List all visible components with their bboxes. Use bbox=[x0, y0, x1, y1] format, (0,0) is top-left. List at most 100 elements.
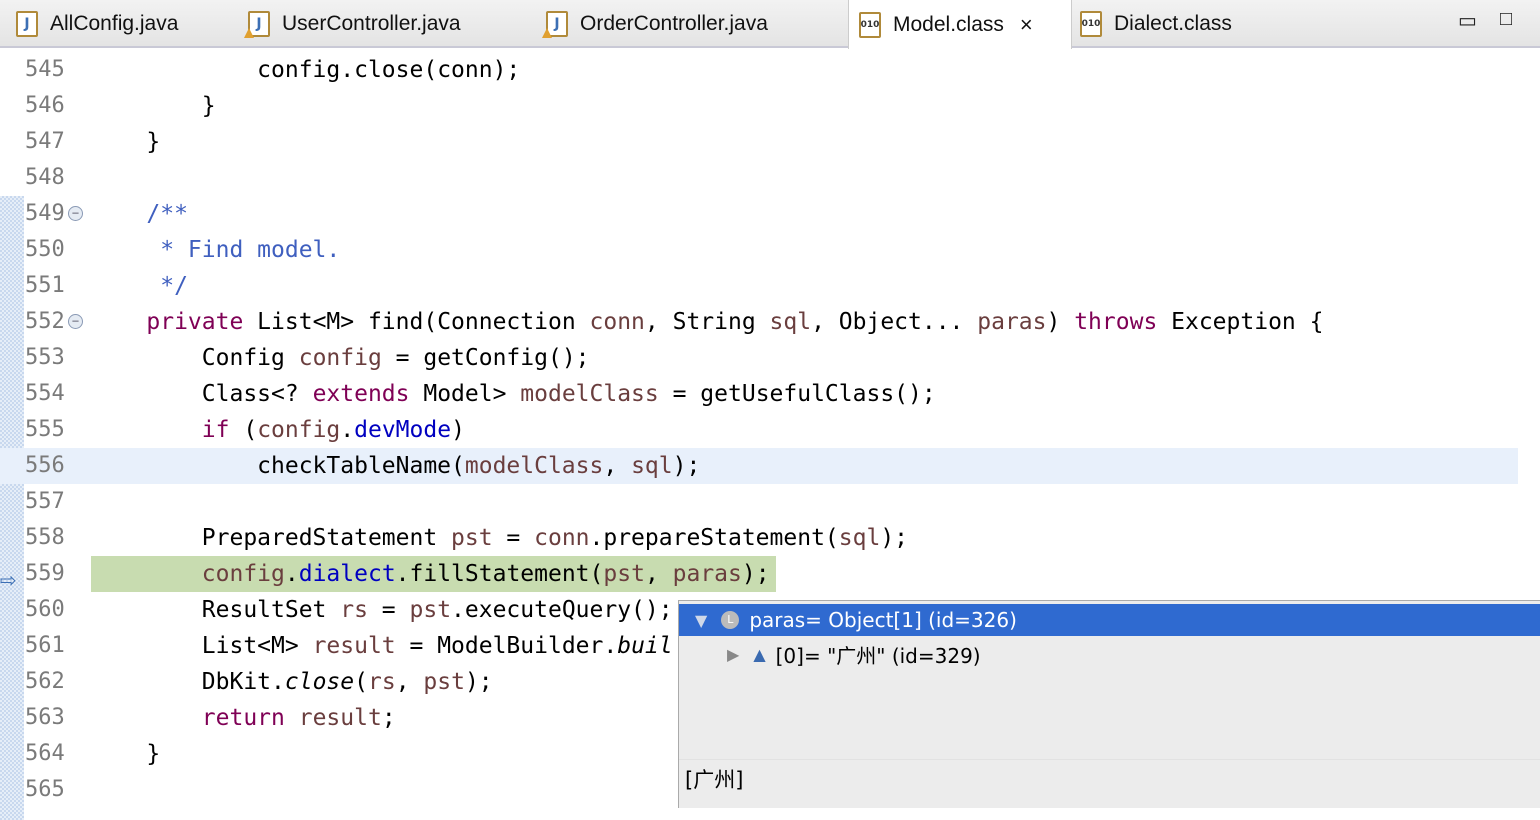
tab-label: OrderController.java bbox=[580, 12, 768, 35]
code-token: checkTableName( bbox=[91, 453, 465, 479]
code-token: ); bbox=[672, 453, 701, 479]
code-text: } bbox=[91, 736, 160, 772]
code-token: Config bbox=[91, 345, 299, 371]
line-number: 556 bbox=[25, 453, 65, 478]
tab-allconfig-java[interactable]: J AllConfig.java bbox=[16, 0, 230, 48]
code-token: conn bbox=[589, 309, 645, 335]
code-line[interactable]: 555 if (config.devMode) bbox=[0, 412, 1518, 448]
tab-usercontroller-java[interactable]: J UserController.java bbox=[244, 0, 530, 48]
code-line[interactable]: 556 checkTableName(modelClass, sql); bbox=[0, 448, 1518, 484]
editor-tab-bar: J AllConfig.java J UserController.java J Orde… bbox=[0, 0, 1540, 49]
code-line[interactable]: 547 } bbox=[0, 124, 1518, 160]
code-text: } bbox=[91, 88, 216, 124]
code-token: ( bbox=[229, 417, 258, 443]
line-number: 564 bbox=[25, 741, 65, 766]
code-token: ; bbox=[381, 705, 396, 731]
code-line[interactable]: 548 bbox=[0, 160, 1518, 196]
code-line[interactable]: 552− private List<M> find(Connection con… bbox=[0, 304, 1518, 340]
line-number: 548 bbox=[25, 165, 65, 190]
code-token: devMode bbox=[354, 417, 452, 443]
code-token: ); bbox=[464, 669, 493, 695]
code-token: pst bbox=[423, 669, 465, 695]
code-token: sql bbox=[769, 309, 812, 335]
code-text: DbKit.close(rs, pst); bbox=[91, 664, 493, 700]
tab-dialect-class[interactable]: 010 Dialect.class bbox=[1080, 0, 1280, 48]
code-text: } bbox=[91, 124, 160, 160]
code-line[interactable]: ⇨ 559 config.dialect.fillStatement(pst, p… bbox=[0, 556, 1518, 592]
fold-toggle-icon[interactable]: − bbox=[68, 206, 83, 221]
close-tab-icon[interactable]: × bbox=[1020, 12, 1033, 38]
tab-label: Model.class bbox=[893, 12, 1004, 36]
code-token: , bbox=[644, 561, 673, 587]
code-token: close bbox=[284, 669, 355, 695]
line-number: 565 bbox=[25, 777, 65, 802]
code-line[interactable]: 550 * Find model. bbox=[0, 232, 1518, 268]
code-line[interactable]: 546 } bbox=[0, 88, 1518, 124]
code-token: buil bbox=[617, 633, 673, 659]
variable-inspect-popup[interactable]: ▼ L paras= Object[1] (id=326) ▶ ▲ [0]= "… bbox=[678, 600, 1540, 808]
code-token: } bbox=[91, 741, 161, 767]
line-number: 560 bbox=[25, 597, 65, 622]
code-token: result bbox=[312, 633, 396, 659]
tree-item-element-0[interactable]: ▶ ▲ [0]= "广州" (id=329) bbox=[679, 638, 1540, 670]
code-token: modelClass bbox=[464, 453, 604, 479]
line-number: 546 bbox=[25, 93, 65, 118]
collapse-triangle-icon[interactable]: ▼ bbox=[695, 611, 707, 630]
code-text: if (config.devMode) bbox=[91, 412, 465, 448]
line-number: 562 bbox=[25, 669, 65, 694]
code-token: config. bbox=[91, 57, 355, 83]
tab-ordercontroller-java[interactable]: J OrderController.java bbox=[542, 0, 848, 48]
expand-triangle-icon[interactable]: ▶ bbox=[727, 645, 739, 664]
code-token: modelClass bbox=[520, 381, 659, 407]
value-detail-pane[interactable]: [广州] bbox=[679, 759, 1540, 809]
tree-item-paras[interactable]: ▼ L paras= Object[1] (id=326) bbox=[679, 604, 1540, 636]
code-token: rs bbox=[367, 669, 396, 695]
code-token: = bbox=[367, 597, 410, 623]
code-token: Class<? bbox=[91, 381, 313, 407]
code-token: Model> bbox=[409, 381, 521, 407]
code-token: DbKit. bbox=[91, 669, 285, 695]
code-token: , Object... bbox=[811, 309, 978, 335]
code-token: private bbox=[146, 309, 244, 335]
line-number: 559 bbox=[25, 561, 65, 586]
code-token: ) bbox=[1046, 309, 1075, 335]
code-line[interactable]: 557 bbox=[0, 484, 1518, 520]
code-text: Class<? extends Model> modelClass = getU… bbox=[91, 376, 936, 412]
code-text: ResultSet rs = pst.executeQuery(); bbox=[91, 592, 673, 628]
tab-label: Dialect.class bbox=[1114, 12, 1232, 35]
fold-toggle-icon[interactable]: − bbox=[68, 314, 83, 329]
code-line[interactable]: 551 */ bbox=[0, 268, 1518, 304]
code-text: private List<M> find(Connection conn, St… bbox=[91, 304, 1323, 340]
code-token: = ModelBuilder. bbox=[395, 633, 618, 659]
code-token: ); bbox=[741, 561, 770, 587]
code-token: ); bbox=[880, 525, 909, 551]
code-token: */ bbox=[91, 273, 188, 299]
code-token: paras bbox=[672, 561, 742, 587]
code-line[interactable]: 558 PreparedStatement pst = conn.prepare… bbox=[0, 520, 1518, 556]
local-variable-icon: L bbox=[721, 611, 740, 629]
line-number: 554 bbox=[25, 381, 65, 406]
code-token: List<M> find(Connection bbox=[243, 309, 590, 335]
java-file-icon: J bbox=[244, 11, 270, 38]
code-line[interactable]: 549− /** bbox=[0, 196, 1518, 232]
code-token: } bbox=[91, 129, 161, 155]
minimize-button[interactable]: ▭ bbox=[1458, 8, 1477, 33]
code-token: throws bbox=[1074, 309, 1158, 335]
code-token: close(conn); bbox=[354, 57, 521, 83]
tab-label: UserController.java bbox=[282, 12, 461, 35]
line-number: 547 bbox=[25, 129, 65, 154]
code-token: .fillStatement( bbox=[395, 561, 604, 587]
tab-model-class[interactable]: 010 Model.class × bbox=[848, 0, 1072, 49]
code-token: result bbox=[298, 705, 382, 731]
code-token: , bbox=[603, 453, 632, 479]
class-file-icon: 010 bbox=[1080, 11, 1102, 37]
code-line[interactable]: 554 Class<? extends Model> modelClass = … bbox=[0, 376, 1518, 412]
code-token: return bbox=[201, 705, 285, 731]
maximize-button[interactable]: □ bbox=[1500, 8, 1512, 31]
code-token: .prepareStatement( bbox=[589, 525, 839, 551]
class-file-icon: 010 bbox=[859, 11, 881, 38]
code-line[interactable]: 545 config.close(conn); bbox=[0, 52, 1518, 88]
line-number: 552 bbox=[25, 309, 65, 334]
code-line[interactable]: 553 Config config = getConfig(); bbox=[0, 340, 1518, 376]
